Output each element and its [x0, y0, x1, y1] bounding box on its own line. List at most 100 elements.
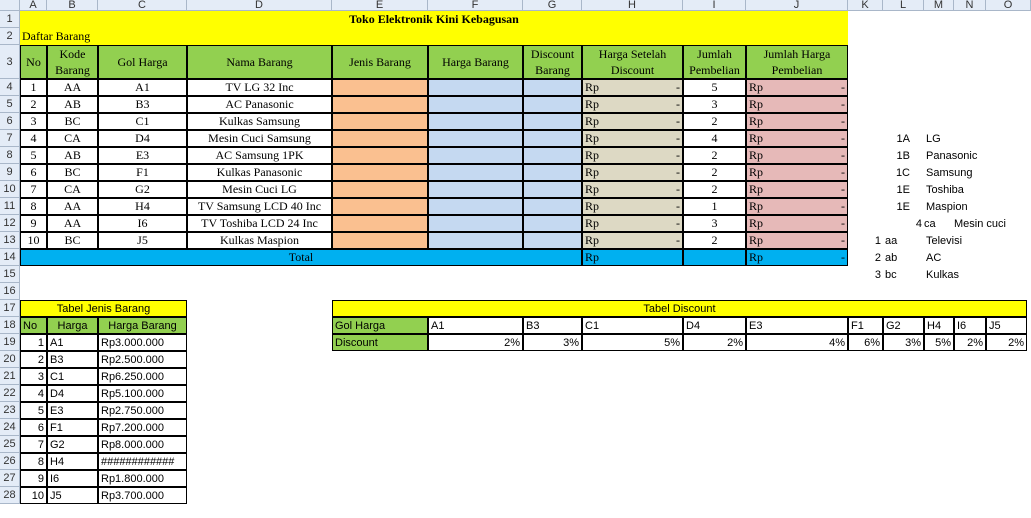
- item-no[interactable]: 6: [20, 164, 47, 181]
- item-discount[interactable]: [523, 147, 582, 164]
- row-header[interactable]: 4: [0, 79, 20, 96]
- side-list-name[interactable]: Samsung: [924, 164, 1031, 181]
- discount-code-cell[interactable]: J5: [986, 317, 1027, 334]
- row-header[interactable]: 20: [0, 351, 20, 368]
- row-header[interactable]: 25: [0, 436, 20, 453]
- row-header[interactable]: 7: [0, 130, 20, 147]
- row-header[interactable]: 11: [0, 198, 20, 215]
- item-gol-harga[interactable]: G2: [98, 181, 187, 198]
- item-jumlah-harga[interactable]: Rp -: [746, 96, 848, 113]
- side-list-name[interactable]: Kulkas: [924, 266, 1031, 283]
- item-discount[interactable]: [523, 113, 582, 130]
- row-header[interactable]: 22: [0, 385, 20, 402]
- row-header[interactable]: 18: [0, 317, 20, 334]
- item-harga-setelah-discount[interactable]: Rp -: [582, 113, 683, 130]
- jenis-row-harga[interactable]: ############: [98, 453, 187, 470]
- table-header-cell[interactable]: Harga Barang: [428, 45, 523, 79]
- item-jenis[interactable]: [332, 130, 428, 147]
- jenis-header-harga-barang[interactable]: Harga Barang: [98, 317, 187, 334]
- item-jenis[interactable]: [332, 232, 428, 249]
- jenis-row-no[interactable]: 5: [20, 402, 47, 419]
- item-kode[interactable]: CA: [47, 181, 98, 198]
- item-harga[interactable]: [428, 147, 523, 164]
- item-jumlah-harga[interactable]: Rp -: [746, 215, 848, 232]
- item-harga[interactable]: [428, 232, 523, 249]
- discount-value-cell[interactable]: 2%: [954, 334, 986, 351]
- item-nama[interactable]: AC Panasonic: [187, 96, 332, 113]
- item-gol-harga[interactable]: C1: [98, 113, 187, 130]
- column-header[interactable]: C: [98, 0, 187, 11]
- item-no[interactable]: 8: [20, 198, 47, 215]
- item-no[interactable]: 9: [20, 215, 47, 232]
- item-discount[interactable]: [523, 215, 582, 232]
- jenis-row-no[interactable]: 8: [20, 453, 47, 470]
- side-list-name[interactable]: Mesin cuci: [952, 215, 1031, 232]
- side-list-code[interactable]: 1E: [848, 198, 912, 215]
- item-gol-harga[interactable]: A1: [98, 79, 187, 96]
- row-header[interactable]: 6: [0, 113, 20, 130]
- jenis-row-harga[interactable]: Rp2.750.000: [98, 402, 187, 419]
- table-header-cell[interactable]: Nama Barang: [187, 45, 332, 79]
- side-list-code[interactable]: bc: [883, 266, 924, 283]
- column-header[interactable]: H: [582, 0, 683, 11]
- sheet-title[interactable]: Toko Elektronik Kini Kebagusan: [20, 11, 848, 28]
- discount-code-cell[interactable]: A1: [428, 317, 523, 334]
- item-gol-harga[interactable]: D4: [98, 130, 187, 147]
- side-list-name[interactable]: Panasonic: [924, 147, 1031, 164]
- item-harga[interactable]: [428, 215, 523, 232]
- item-nama[interactable]: TV LG 32 Inc: [187, 79, 332, 96]
- item-discount[interactable]: [523, 96, 582, 113]
- side-list-name[interactable]: AC: [924, 249, 1031, 266]
- item-jenis[interactable]: [332, 113, 428, 130]
- row-header[interactable]: 10: [0, 181, 20, 198]
- item-jumlah[interactable]: 5: [683, 79, 746, 96]
- jenis-row-no[interactable]: 2: [20, 351, 47, 368]
- side-list-code[interactable]: aa: [883, 232, 924, 249]
- side-list-num[interactable]: 2: [848, 249, 883, 266]
- row-header[interactable]: 27: [0, 470, 20, 487]
- jenis-row-harga[interactable]: Rp3.700.000: [98, 487, 187, 504]
- column-header[interactable]: G: [523, 0, 582, 11]
- jenis-row-harga[interactable]: Rp6.250.000: [98, 368, 187, 385]
- side-list-name[interactable]: Televisi: [924, 232, 1031, 249]
- item-nama[interactable]: Mesin Cuci LG: [187, 181, 332, 198]
- item-jumlah[interactable]: 2: [683, 147, 746, 164]
- item-no[interactable]: 10: [20, 232, 47, 249]
- item-harga-setelah-discount[interactable]: Rp -: [582, 164, 683, 181]
- row-header[interactable]: 1: [0, 11, 20, 28]
- column-header[interactable]: N: [954, 0, 986, 11]
- discount-table-title[interactable]: Tabel Discount: [332, 300, 1027, 317]
- item-harga[interactable]: [428, 181, 523, 198]
- item-jenis[interactable]: [332, 147, 428, 164]
- item-jumlah[interactable]: 3: [683, 215, 746, 232]
- item-kode[interactable]: AA: [47, 198, 98, 215]
- item-nama[interactable]: Kulkas Panasonic: [187, 164, 332, 181]
- total-jumlah[interactable]: [683, 249, 746, 266]
- item-jenis[interactable]: [332, 164, 428, 181]
- jenis-row-harga[interactable]: Rp5.100.000: [98, 385, 187, 402]
- item-jumlah[interactable]: 2: [683, 232, 746, 249]
- jenis-row-gol[interactable]: B3: [47, 351, 98, 368]
- item-nama[interactable]: Mesin Cuci Samsung: [187, 130, 332, 147]
- row-header[interactable]: 21: [0, 368, 20, 385]
- jenis-row-gol[interactable]: F1: [47, 419, 98, 436]
- item-jumlah-harga[interactable]: Rp -: [746, 79, 848, 96]
- jenis-row-no[interactable]: 3: [20, 368, 47, 385]
- column-header[interactable]: L: [883, 0, 924, 11]
- item-kode[interactable]: AA: [47, 79, 98, 96]
- item-no[interactable]: 2: [20, 96, 47, 113]
- table-header-cell[interactable]: Gol Harga: [98, 45, 187, 79]
- row-header[interactable]: 2: [0, 28, 20, 45]
- item-jenis[interactable]: [332, 215, 428, 232]
- item-jenis[interactable]: [332, 198, 428, 215]
- item-harga[interactable]: [428, 198, 523, 215]
- jenis-row-harga[interactable]: Rp1.800.000: [98, 470, 187, 487]
- row-header[interactable]: 3: [0, 45, 20, 79]
- discount-code-cell[interactable]: G2: [883, 317, 924, 334]
- item-jumlah[interactable]: 4: [683, 130, 746, 147]
- side-list-num[interactable]: 3: [848, 266, 883, 283]
- side-list-code[interactable]: 1A: [848, 130, 912, 147]
- item-discount[interactable]: [523, 232, 582, 249]
- item-no[interactable]: 1: [20, 79, 47, 96]
- discount-value-cell[interactable]: 5%: [924, 334, 954, 351]
